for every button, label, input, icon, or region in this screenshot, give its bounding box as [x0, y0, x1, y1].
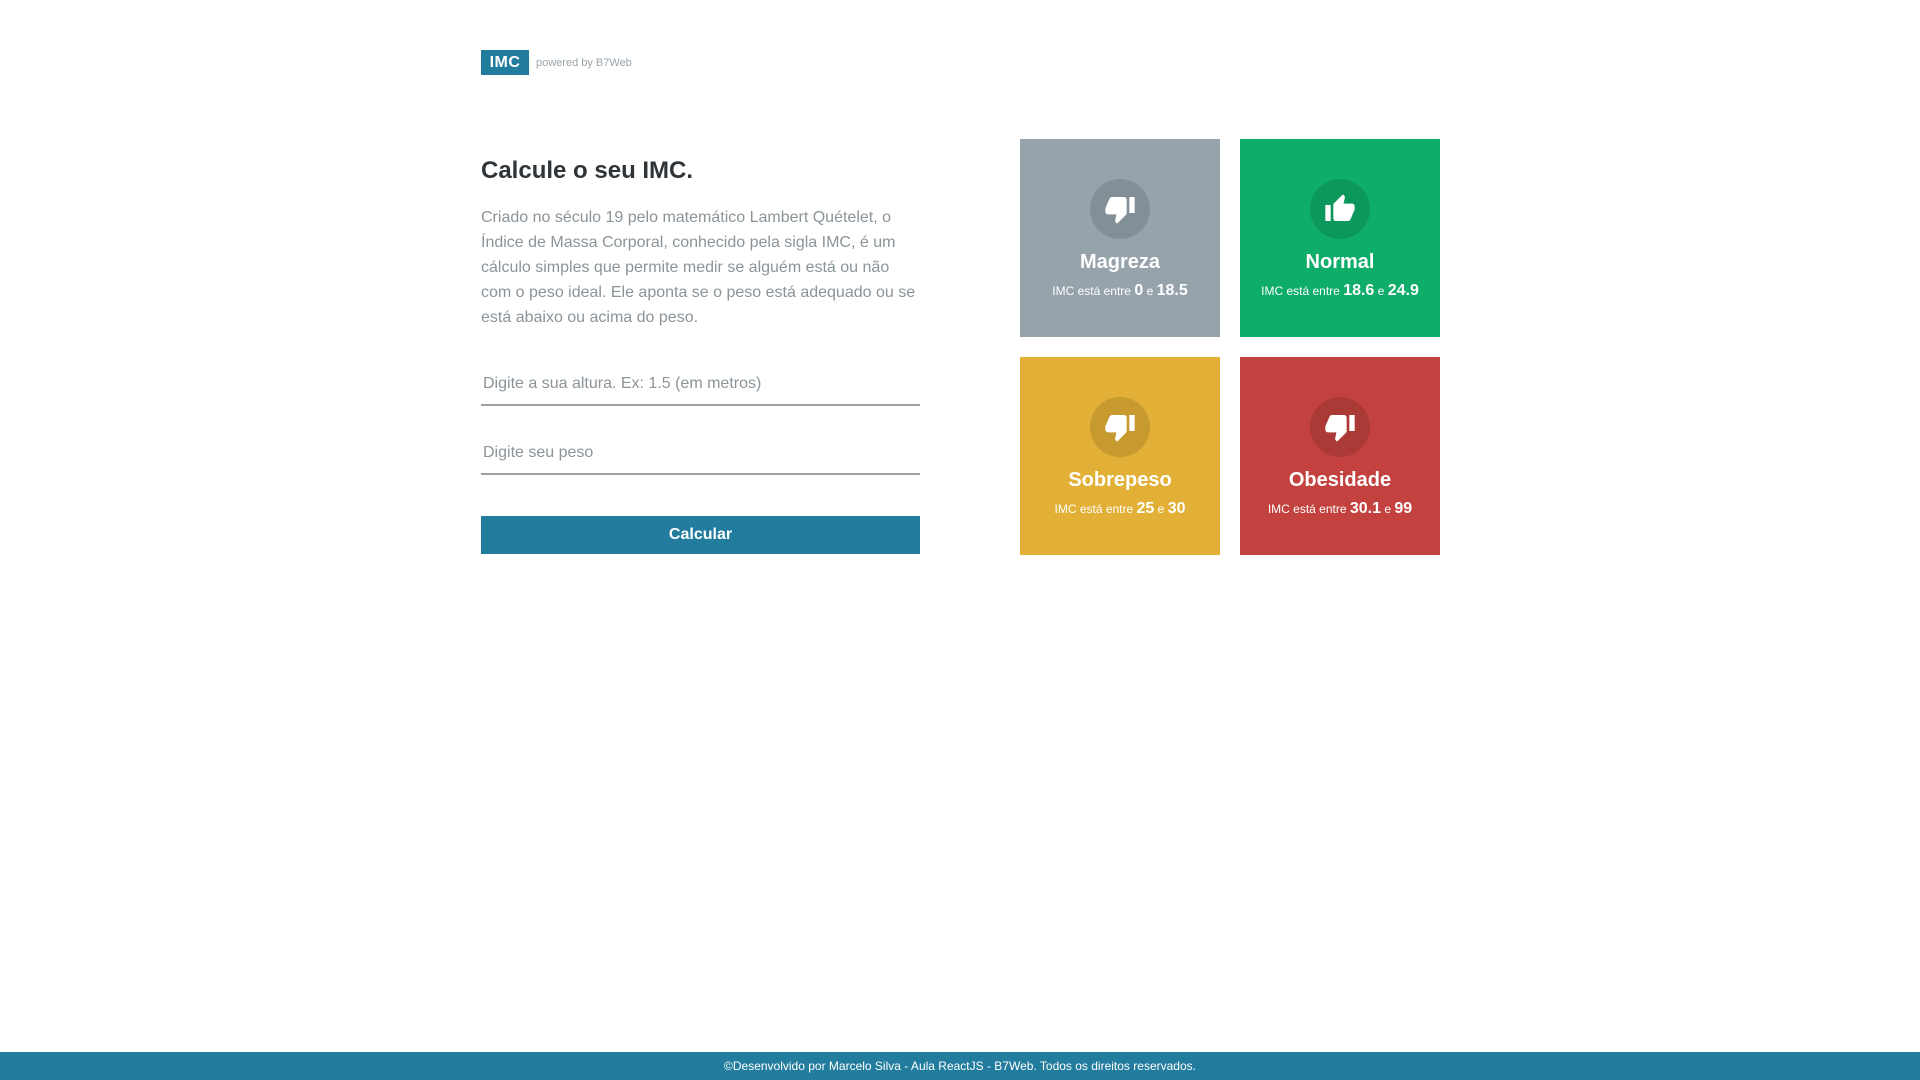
thumbs-up-icon: [1310, 179, 1370, 239]
range-min: 0: [1134, 282, 1144, 299]
range-joiner: e: [1157, 502, 1165, 516]
level-range: IMC está entre 30.1 e 99: [1268, 500, 1412, 518]
range-max: 30: [1167, 500, 1186, 517]
level-range: IMC está entre 0 e 18.5: [1052, 282, 1187, 300]
level-card-sobrepeso: Sobrepeso IMC está entre 25 e 30: [1020, 357, 1220, 555]
footer: ©Desenvolvido por Marcelo Silva - Aula R…: [0, 1052, 1920, 1080]
level-card-magreza: Magreza IMC está entre 0 e 18.5: [1020, 139, 1220, 337]
range-max: 24.9: [1387, 282, 1419, 299]
logo: IMC: [481, 50, 529, 75]
calculator-panel: Calcule o seu IMC. Criado no século 19 p…: [481, 157, 920, 554]
powered-by-text: powered by B7Web: [536, 56, 632, 69]
header: IMC powered by B7Web: [481, 50, 632, 75]
height-input[interactable]: [481, 364, 920, 406]
range-min: 30.1: [1349, 500, 1381, 517]
level-card-obesidade: Obesidade IMC está entre 30.1 e 99: [1240, 357, 1440, 555]
level-range: IMC está entre 18.6 e 24.9: [1261, 282, 1419, 300]
level-title: Obesidade: [1288, 469, 1392, 491]
page: IMC powered by B7Web Calcule o seu IMC. …: [0, 0, 1920, 1080]
range-joiner: e: [1377, 284, 1385, 298]
range-joiner: e: [1384, 502, 1392, 516]
range-min: 25: [1136, 500, 1155, 517]
range-prefix: IMC está entre: [1261, 284, 1340, 298]
level-card-normal: Normal IMC está entre 18.6 e 24.9: [1240, 139, 1440, 337]
range-prefix: IMC está entre: [1052, 284, 1131, 298]
level-title: Sobrepeso: [1068, 469, 1172, 491]
thumbs-down-icon: [1310, 397, 1370, 457]
footer-text: ©Desenvolvido por Marcelo Silva - Aula R…: [724, 1059, 1196, 1073]
level-title: Normal: [1305, 251, 1375, 273]
range-joiner: e: [1146, 284, 1154, 298]
level-range: IMC está entre 25 e 30: [1054, 500, 1185, 518]
description: Criado no século 19 pelo matemático Lamb…: [481, 209, 916, 326]
thumbs-down-icon: [1090, 179, 1150, 239]
range-prefix: IMC está entre: [1267, 502, 1347, 516]
levels-grid: Magreza IMC está entre 0 e 18.5 Normal I…: [1020, 139, 1440, 555]
thumbs-down-icon: [1090, 397, 1150, 457]
range-max: 18.5: [1156, 282, 1188, 299]
weight-input[interactable]: [481, 433, 920, 475]
page-title: Calcule o seu IMC.: [481, 157, 694, 184]
range-prefix: IMC está entre: [1054, 502, 1134, 516]
range-min: 18.6: [1343, 282, 1375, 299]
calculate-button[interactable]: Calcular: [481, 516, 920, 554]
level-title: Magreza: [1079, 251, 1161, 273]
range-max: 99: [1394, 500, 1413, 517]
